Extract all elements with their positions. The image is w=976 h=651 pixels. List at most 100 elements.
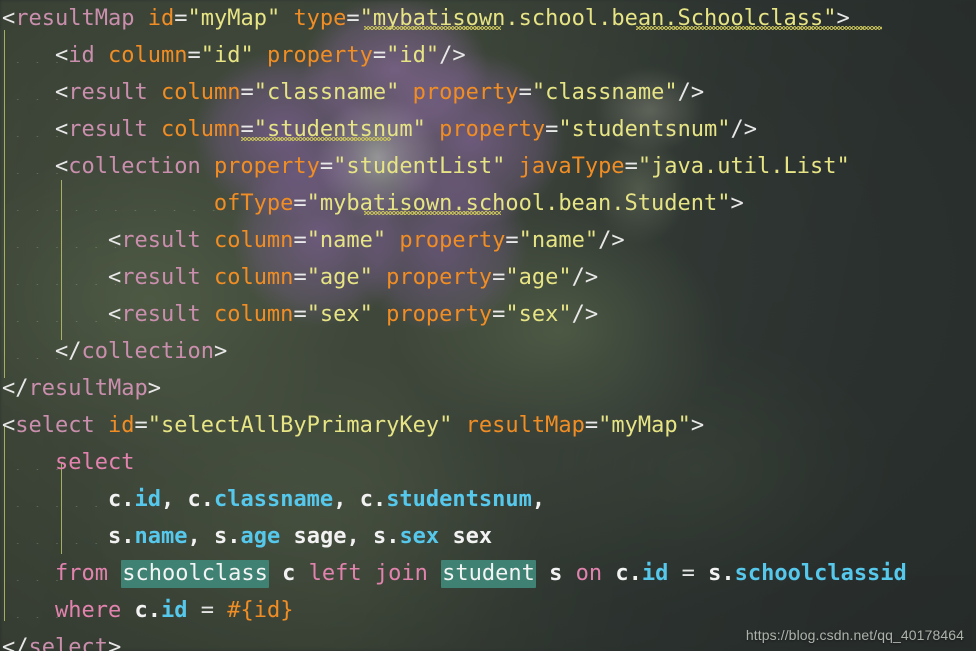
code-line-2[interactable]: <id column="id" property="id"/> xyxy=(0,37,976,74)
attr-property: property xyxy=(399,228,506,253)
code-line-16[interactable]: from schoolclass c left join student s o… xyxy=(0,555,976,592)
sql-column-id: id xyxy=(641,561,669,586)
angle-bracket-close: > xyxy=(107,635,122,651)
attr-javatype: javaType xyxy=(518,154,625,179)
angle-bracket-open: < xyxy=(54,80,69,105)
value-studentlist: "studentList" xyxy=(333,154,506,179)
angle-bracket-close: > xyxy=(730,191,744,216)
equals: = xyxy=(372,43,387,68)
code-line-11[interactable]: </resultMap> xyxy=(0,370,976,407)
dot: . xyxy=(121,524,135,549)
dot: . xyxy=(121,487,135,512)
code-line-9[interactable]: <result column="sex" property="sex"/> xyxy=(0,296,976,333)
value-studentsnum: "studentsnum" xyxy=(558,117,731,142)
code-line-12[interactable]: <select id="selectAllByPrimaryKey" resul… xyxy=(0,407,976,444)
equals: = xyxy=(518,80,532,105)
attr-resultmap: resultMap xyxy=(465,413,585,438)
equals: = xyxy=(174,6,188,31)
sql-column-name: name xyxy=(134,524,188,549)
closing-tag-open: </ xyxy=(54,339,82,364)
equals: = xyxy=(584,413,599,438)
sql-keyword-join: join xyxy=(374,561,428,586)
sql-column-sex: sex xyxy=(399,524,440,549)
sql-column-id: id xyxy=(134,487,161,512)
self-closing-bracket: /> xyxy=(571,265,599,290)
tag-name-id: id xyxy=(68,43,95,68)
code-line-17[interactable]: where c.id = #{id} xyxy=(0,592,976,629)
code-line-5[interactable]: <collection property="studentList" javaT… xyxy=(0,148,976,185)
self-closing-bracket: /> xyxy=(677,80,705,105)
code-line-15[interactable]: s.name, s.age sage, s.sex sex xyxy=(0,518,976,555)
dot: . xyxy=(386,524,400,549)
sql-alias-c: c xyxy=(107,487,122,512)
code-line-10[interactable]: </collection> xyxy=(0,333,976,370)
equals-operator: = xyxy=(200,598,214,623)
value-mymap: "myMap" xyxy=(187,6,281,31)
code-line-1[interactable]: <resultMap id="myMap" type="mybatisown.s… xyxy=(0,0,976,37)
code-line-7[interactable]: <result column="name" property="name"/> xyxy=(0,222,976,259)
equals: = xyxy=(293,302,307,327)
value-classname: "classname" xyxy=(531,80,678,105)
tag-name-select: select xyxy=(15,413,95,438)
tag-name-result: result xyxy=(68,117,148,142)
attr-property: property xyxy=(386,302,493,327)
equals: = xyxy=(624,154,638,179)
dot: . xyxy=(227,524,241,549)
attr-column: column xyxy=(107,43,188,68)
code-editor[interactable]: <resultMap id="myMap" type="mybatisown.s… xyxy=(0,0,976,651)
equals: = xyxy=(346,6,360,31)
code-line-13[interactable]: select xyxy=(0,444,976,481)
sql-column-schoolclassid: schoolclassid xyxy=(734,561,907,586)
code-line-8[interactable]: <result column="age" property="age"/> xyxy=(0,259,976,296)
warning-squiggle-mybatisown xyxy=(364,26,501,30)
sql-keyword-on: on xyxy=(575,561,603,586)
attr-property: property xyxy=(412,80,519,105)
sql-alias-s: s xyxy=(549,561,563,586)
equals: = xyxy=(240,80,254,105)
sql-alias-s: s xyxy=(372,524,387,549)
code-line-14[interactable]: c.id, c.classname, c.studentsnum, xyxy=(0,481,976,518)
angle-bracket-open: < xyxy=(2,6,16,31)
equals: = xyxy=(492,302,506,327)
csdn-watermark: https://blog.csdn.net/qq_40178464 xyxy=(745,627,964,643)
code-content[interactable]: <resultMap id="myMap" type="mybatisown.s… xyxy=(0,0,976,651)
tag-name-result: result xyxy=(68,80,148,105)
code-line-4[interactable]: <result column="studentsnum" property="s… xyxy=(0,111,976,148)
angle-bracket-open: < xyxy=(107,228,122,253)
tag-name-result: result xyxy=(121,302,201,327)
sql-alias-c: c xyxy=(187,487,201,512)
sql-column-age: age xyxy=(240,524,281,549)
code-line-3[interactable]: <result column="classname" property="cla… xyxy=(0,74,976,111)
angle-bracket-close: > xyxy=(213,339,228,364)
tag-name-collection: collection xyxy=(81,339,214,364)
value-name: "name" xyxy=(306,228,387,253)
comma: , xyxy=(187,524,201,549)
code-line-6[interactable]: ofType="mybatisown.school.bean.Student"> xyxy=(0,185,976,222)
sql-keyword-left: left xyxy=(308,561,362,586)
equals: = xyxy=(545,117,559,142)
value-id: "id" xyxy=(386,43,440,68)
